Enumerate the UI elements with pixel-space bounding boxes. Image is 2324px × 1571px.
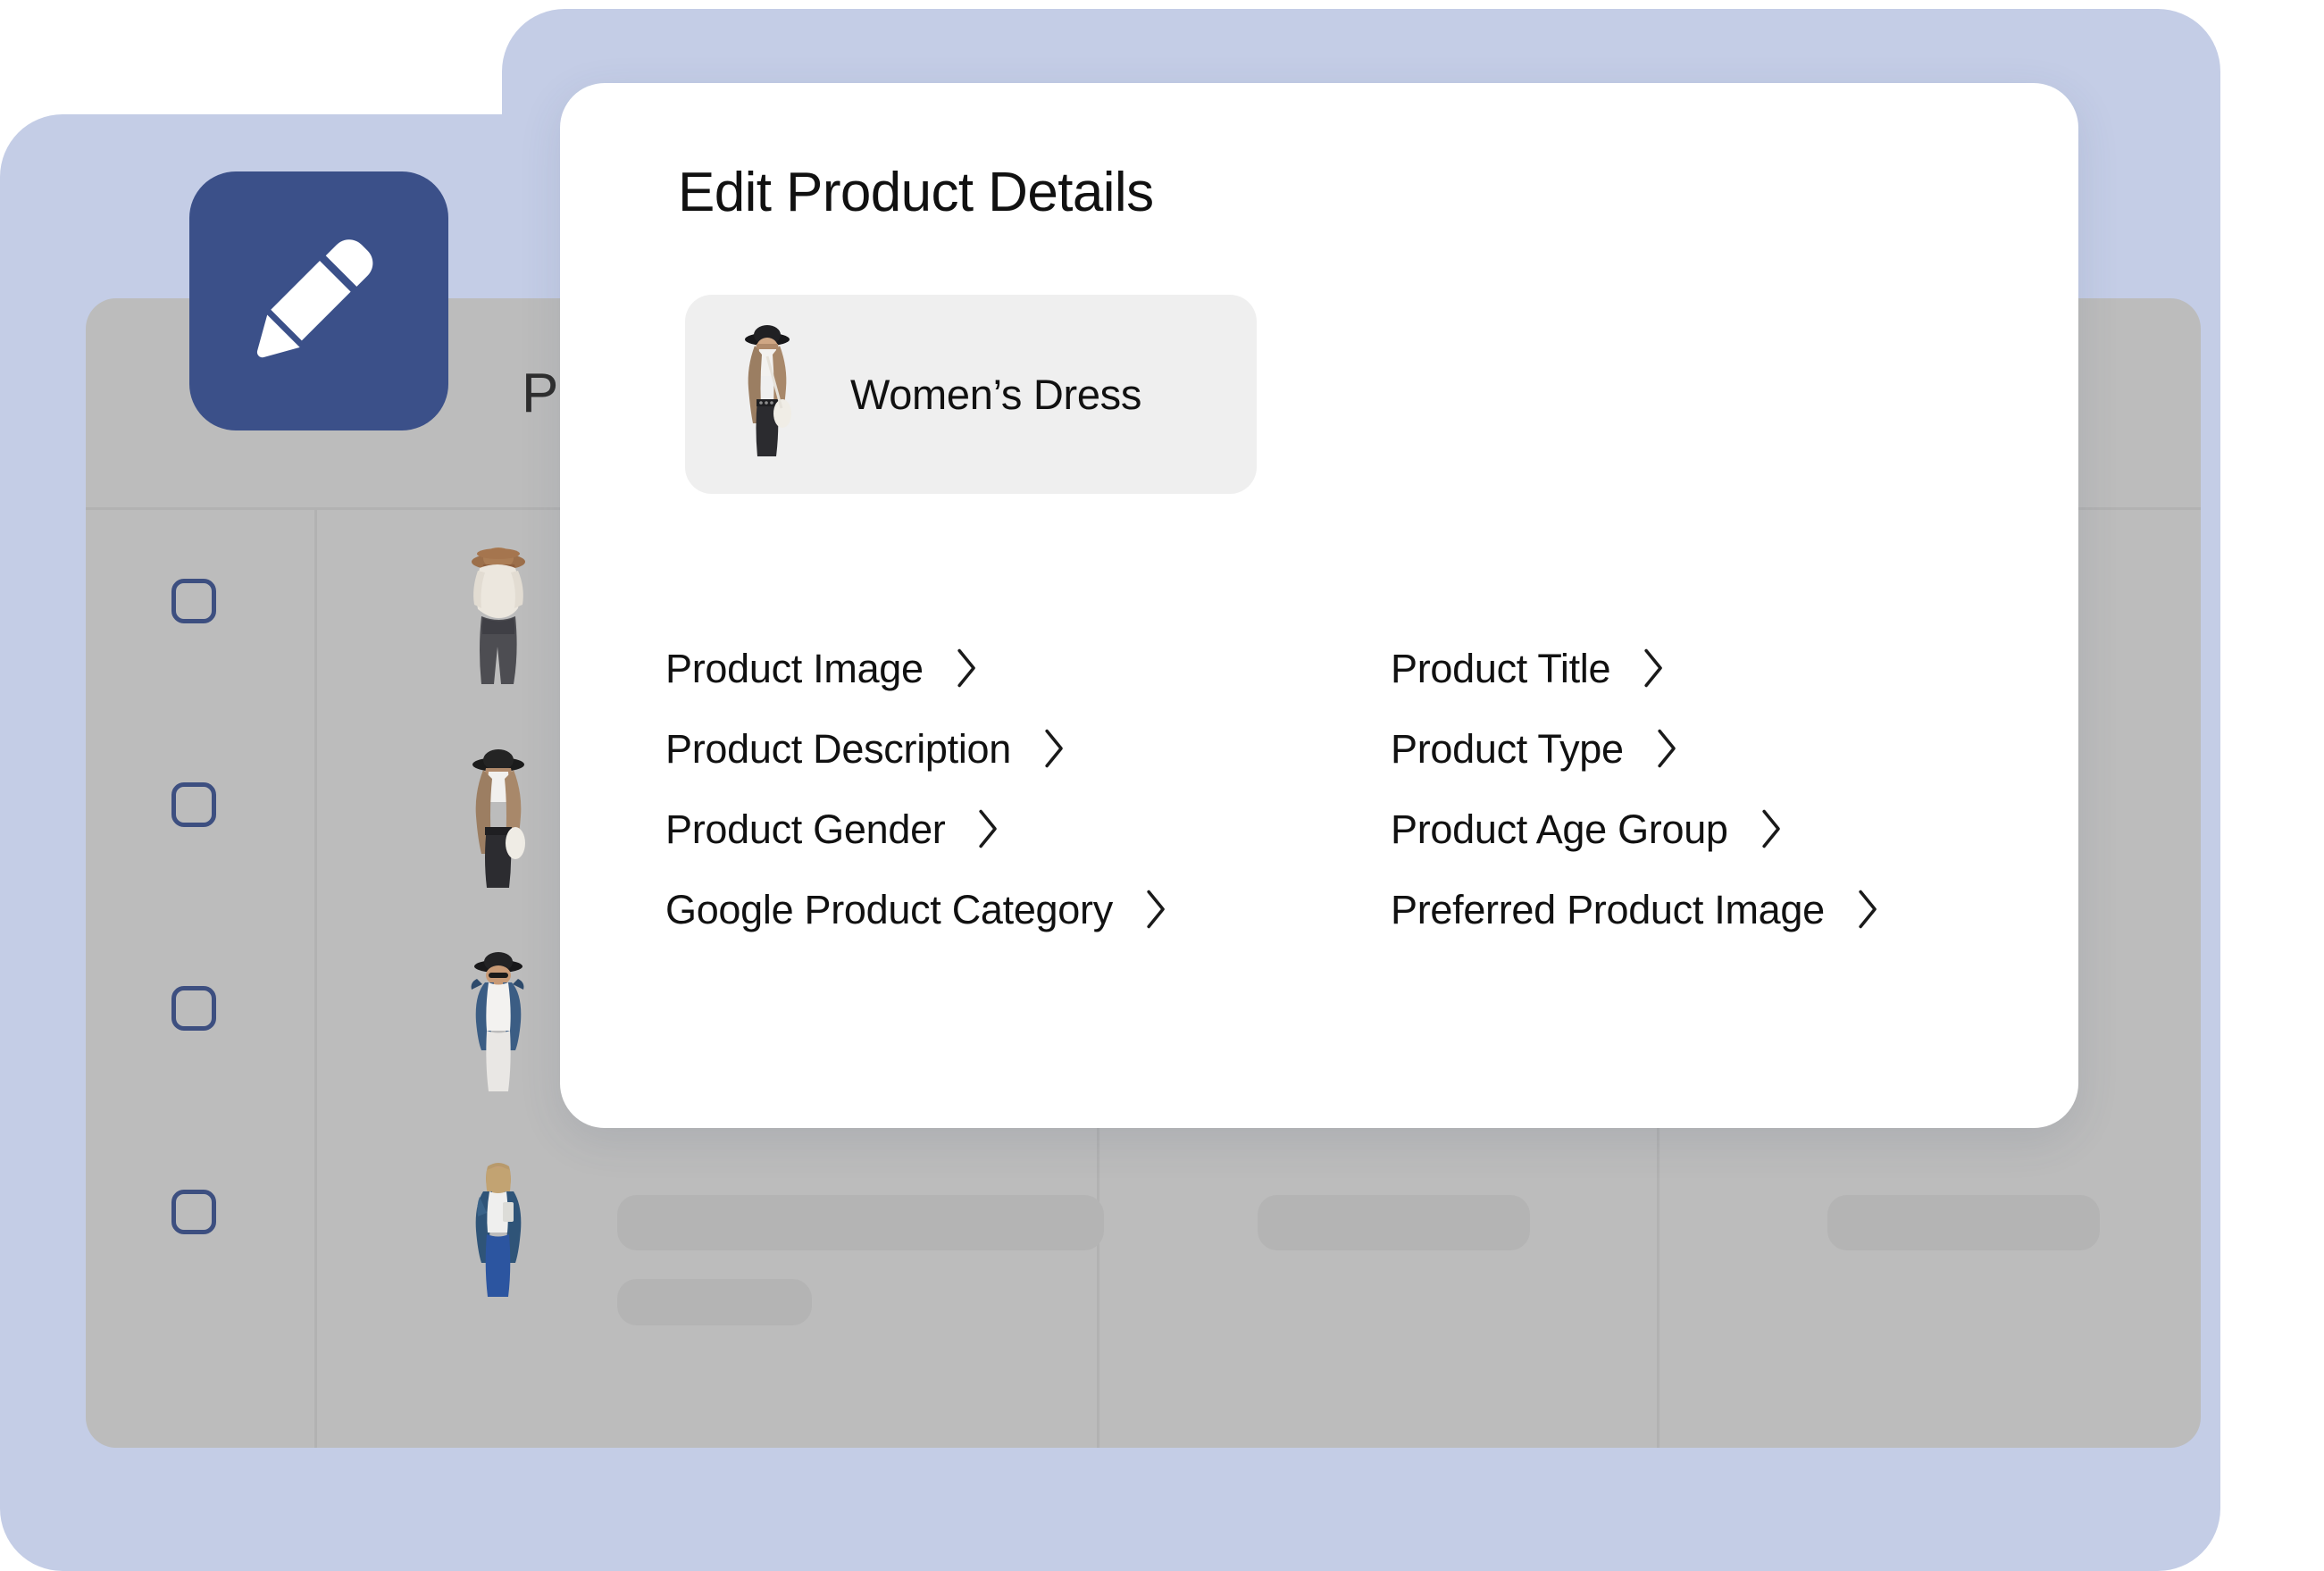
row-select-checkbox[interactable] <box>171 579 216 623</box>
field-product-title[interactable]: Product Title <box>1391 628 1978 708</box>
field-label: Product Description <box>665 725 1011 772</box>
field-label: Product Image <box>665 645 924 691</box>
chevron-right-icon <box>1656 728 1679 769</box>
modal-title: Edit Product Details <box>678 162 1154 223</box>
field-label: Product Gender <box>665 806 946 852</box>
row-select-checkbox[interactable] <box>171 1190 216 1234</box>
field-product-gender[interactable]: Product Gender <box>665 789 1391 869</box>
field-label: Product Title <box>1391 645 1611 691</box>
selected-product-name: Women’s Dress <box>850 371 1142 418</box>
product-field-list: Product Image Product Title Product Desc… <box>665 628 1978 949</box>
field-label: Product Age Group <box>1391 806 1728 852</box>
chevron-right-icon <box>1145 889 1168 930</box>
field-product-description[interactable]: Product Description <box>665 708 1391 789</box>
row-skeleton-bar <box>1827 1195 2100 1250</box>
product-thumbnail <box>447 745 548 897</box>
edit-product-details-modal: Edit Product Details Women’s Dress Produ… <box>560 83 2078 1128</box>
field-preferred-product-image[interactable]: Preferred Product Image <box>1391 869 1978 949</box>
table-column-header-partial: P <box>522 363 558 424</box>
field-label: Preferred Product Image <box>1391 886 1825 932</box>
chevron-right-icon <box>1043 728 1066 769</box>
chevron-right-icon <box>956 648 979 689</box>
screenshot-root: P Edit Product Details Women’s Dress Pro… <box>0 0 2324 1571</box>
chevron-right-icon <box>1857 889 1880 930</box>
field-product-age-group[interactable]: Product Age Group <box>1391 789 1978 869</box>
chevron-right-icon <box>1643 648 1666 689</box>
field-product-image[interactable]: Product Image <box>665 628 1391 708</box>
selected-product-chip[interactable]: Women’s Dress <box>685 295 1257 494</box>
pencil-icon <box>244 226 394 376</box>
product-thumbnail <box>447 541 548 693</box>
chevron-right-icon <box>1760 808 1784 849</box>
edit-action-badge[interactable] <box>189 171 448 430</box>
product-thumbnail <box>447 948 548 1100</box>
field-label: Google Product Category <box>665 886 1113 932</box>
table-row[interactable] <box>86 1140 2201 1343</box>
row-skeleton-bar <box>617 1195 1104 1250</box>
field-google-product-category[interactable]: Google Product Category <box>665 869 1391 949</box>
row-skeleton-bar <box>1258 1195 1530 1250</box>
row-select-checkbox[interactable] <box>171 986 216 1031</box>
field-label: Product Type <box>1391 725 1624 772</box>
selected-product-thumbnail <box>725 321 807 468</box>
row-skeleton-bar <box>617 1279 812 1325</box>
product-thumbnail <box>447 1152 548 1304</box>
row-select-checkbox[interactable] <box>171 782 216 827</box>
field-product-type[interactable]: Product Type <box>1391 708 1978 789</box>
chevron-right-icon <box>977 808 1000 849</box>
